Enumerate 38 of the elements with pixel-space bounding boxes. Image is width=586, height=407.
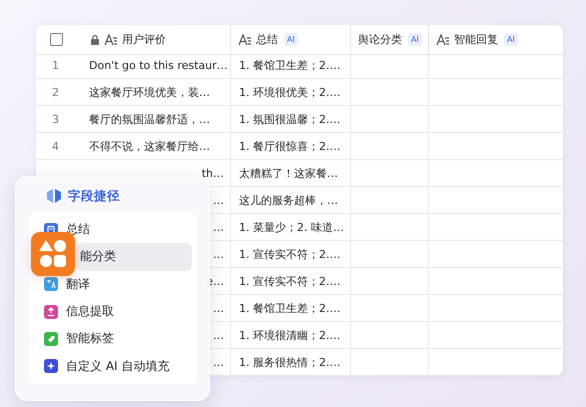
table-cell: 1. 菜量少；2. 味道… <box>230 214 350 241</box>
tag-icon <box>44 332 58 346</box>
column-header[interactable]: 总结 AI <box>230 25 350 55</box>
lock-icon <box>90 34 100 46</box>
column-header[interactable]: 智能回复 AI <box>428 25 563 55</box>
table-cell: 1. 氛围很温馨；2.… <box>230 106 350 133</box>
column-header[interactable]: 舆论分类 AI <box>350 25 428 55</box>
text-field-icon <box>104 33 118 46</box>
table-cell: 这儿的服务超棒，… <box>230 187 350 214</box>
table-cell: 1. 宣传实不符；2.… <box>230 241 350 268</box>
table-cell: 餐厅的氛围温馨舒适，… <box>80 106 230 133</box>
table-cell: 太糟糕了！这家餐… <box>230 160 350 187</box>
table-cell: 1. 餐馆卫生差；2.… <box>230 295 350 322</box>
menu-item[interactable]: 能分类 <box>76 243 192 271</box>
ai-badge: AI <box>284 33 298 46</box>
logo-icon <box>46 188 62 204</box>
row-number-cell: 3 <box>36 106 80 133</box>
row-number-cell: 4 <box>36 133 80 160</box>
table-cell: 不得不说，这家餐厅给… <box>80 133 230 160</box>
translate-icon <box>44 277 58 292</box>
checkbox[interactable] <box>50 33 63 46</box>
ai-badge: AI <box>504 33 518 46</box>
table-cell: 1. 宣传实不符；2.… <box>230 268 350 295</box>
table-cell: 1. 环境很优美；2.… <box>230 79 350 106</box>
table-cell: 1. 服务很热情；2.… <box>230 349 350 376</box>
row-number-cell: 2 <box>36 79 80 106</box>
ai-badge: AI <box>408 33 422 46</box>
table-cell: Don't go to this restaur… <box>80 52 230 79</box>
upload-icon <box>44 304 58 319</box>
table-cell: 这家餐厅环境优美，装… <box>80 79 230 106</box>
table-cell: 1. 环境很清幽；2.… <box>230 322 350 349</box>
sparkle-icon <box>44 359 58 374</box>
text-field-icon <box>238 33 252 46</box>
table-cell: 1. 餐馆卫生差；2.… <box>230 52 350 79</box>
row-number-cell: 1 <box>36 52 80 79</box>
column-header[interactable]: 用户评价 <box>80 25 230 55</box>
table-cell: 1. 餐厅很惊喜；2.… <box>230 133 350 160</box>
text-field-icon <box>436 33 450 46</box>
